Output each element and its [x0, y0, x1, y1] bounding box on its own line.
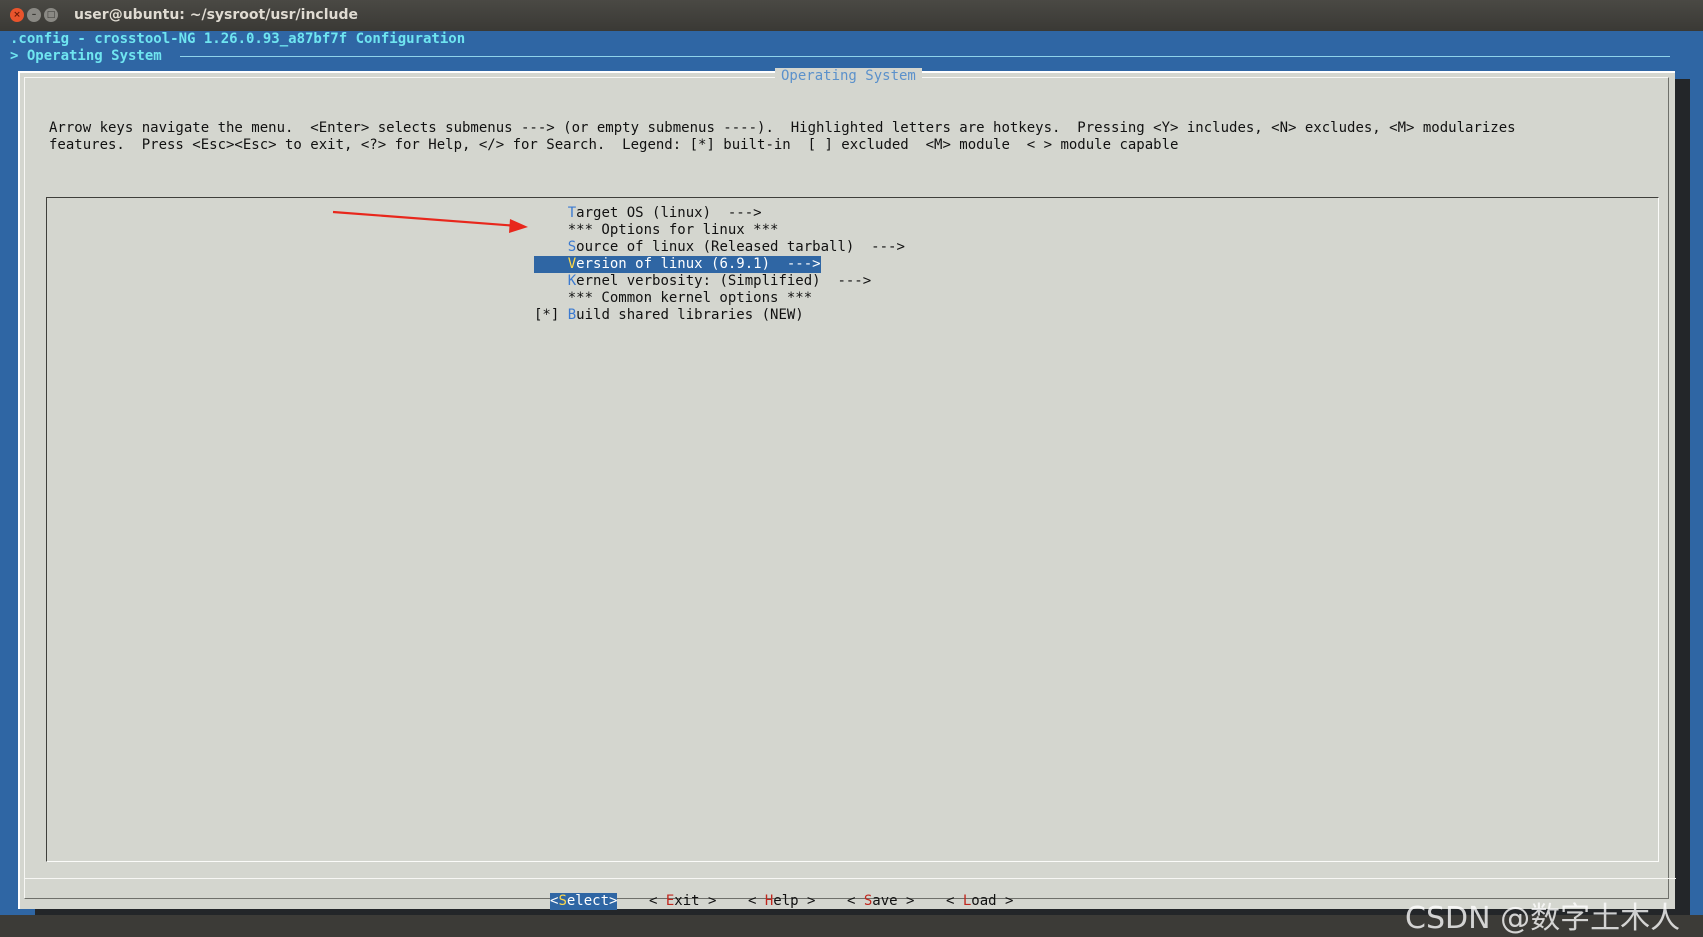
button-label: oad	[971, 893, 997, 909]
menu-item-prefix	[534, 290, 568, 306]
breadcrumb-divider	[180, 56, 1670, 57]
watermark: CSDN @数字土木人	[1405, 901, 1681, 936]
menu-item-prefix	[534, 273, 568, 289]
breadcrumb: > Operating System	[10, 48, 162, 64]
maximize-window-button[interactable]: □	[44, 8, 58, 22]
button-bracket-left: <	[847, 893, 864, 909]
button-label: elect	[566, 893, 610, 909]
dialog-shadow-right	[1675, 79, 1690, 894]
button-bracket-right: >	[609, 893, 618, 909]
button-bracket-right: >	[996, 893, 1014, 909]
select-button[interactable]: <Select>	[550, 893, 618, 910]
save-button[interactable]: < Save >	[847, 893, 914, 910]
button-separator	[25, 878, 1676, 879]
window-title: user@ubuntu: ~/sysroot/usr/include	[74, 7, 358, 23]
minimize-window-button[interactable]: –	[27, 8, 41, 22]
menu-item-label: ernel verbosity: (Simplified) --->	[576, 273, 872, 289]
dialog-title: Operating System	[775, 68, 922, 85]
load-button[interactable]: < Load >	[946, 893, 1013, 910]
help-line-2: features. Press <Esc><Esc> to exit, <?> …	[49, 137, 1179, 153]
menu-item[interactable]: [*] Build shared libraries (NEW)	[534, 307, 804, 324]
button-bracket-right: >	[699, 893, 717, 909]
menu-item-hotkey: S	[567, 239, 577, 255]
minimize-icon: –	[31, 10, 37, 20]
help-button[interactable]: < Help >	[748, 893, 815, 910]
menu-item-label: *** Common kernel options ***	[567, 290, 813, 306]
menu-item-hotkey: V	[567, 256, 577, 272]
menu-item[interactable]: Version of linux (6.9.1) --->	[534, 256, 821, 273]
menu-item-label: ersion of linux (6.9.1) --->	[576, 256, 821, 272]
menu-item-prefix: [*]	[534, 307, 568, 323]
menu-list: Target OS (linux) ---> *** Options for l…	[46, 197, 1659, 862]
window-title-bar: × – □ user@ubuntu: ~/sysroot/usr/include	[0, 0, 1703, 31]
help-line-1: Arrow keys navigate the menu. <Enter> se…	[49, 120, 1516, 136]
menu-item-prefix	[534, 205, 568, 221]
button-hotkey: S	[558, 893, 567, 909]
help-text: Arrow keys navigate the menu. <Enter> se…	[49, 120, 1669, 154]
menu-item[interactable]: *** Common kernel options ***	[534, 290, 812, 307]
menu-item-label: *** Options for linux ***	[567, 222, 779, 238]
config-header: .config - crosstool-NG 1.26.0.93_a87bf7f…	[10, 31, 466, 47]
menu-item-label: arget OS (linux) --->	[576, 205, 762, 221]
button-bracket-right: >	[798, 893, 816, 909]
button-bracket-left: <	[748, 893, 765, 909]
menu-item[interactable]: *** Options for linux ***	[534, 222, 779, 239]
dialog-frame: Operating System Arrow keys navigate the…	[24, 68, 1676, 910]
menu-item[interactable]: Target OS (linux) --->	[534, 205, 762, 222]
menu-item-hotkey: B	[567, 307, 577, 323]
close-window-button[interactable]: ×	[10, 8, 24, 22]
menu-item-prefix	[534, 239, 568, 255]
button-label: xit	[674, 893, 700, 909]
terminal-area[interactable]: .config - crosstool-NG 1.26.0.93_a87bf7f…	[0, 31, 1703, 936]
menu-item[interactable]: Source of linux (Released tarball) --->	[534, 239, 905, 256]
button-label: elp	[773, 893, 799, 909]
menu-item-prefix	[534, 222, 568, 238]
button-bracket-right: >	[897, 893, 915, 909]
exit-button[interactable]: < Exit >	[649, 893, 716, 910]
menu-item[interactable]: Kernel verbosity: (Simplified) --->	[534, 273, 871, 290]
button-label: ave	[872, 893, 898, 909]
menu-item-hotkey: K	[567, 273, 577, 289]
menu-item-prefix	[534, 256, 568, 272]
button-bracket-left: <	[946, 893, 963, 909]
menu-item-hotkey: T	[567, 205, 577, 221]
button-bracket-left: <	[649, 893, 666, 909]
menuconfig-dialog: Operating System Arrow keys navigate the…	[18, 68, 1676, 910]
menu-item-label: uild shared libraries (NEW)	[576, 307, 804, 323]
close-icon: ×	[13, 10, 21, 20]
menu-item-label: ource of linux (Released tarball) --->	[576, 239, 905, 255]
maximize-icon: □	[46, 10, 56, 20]
